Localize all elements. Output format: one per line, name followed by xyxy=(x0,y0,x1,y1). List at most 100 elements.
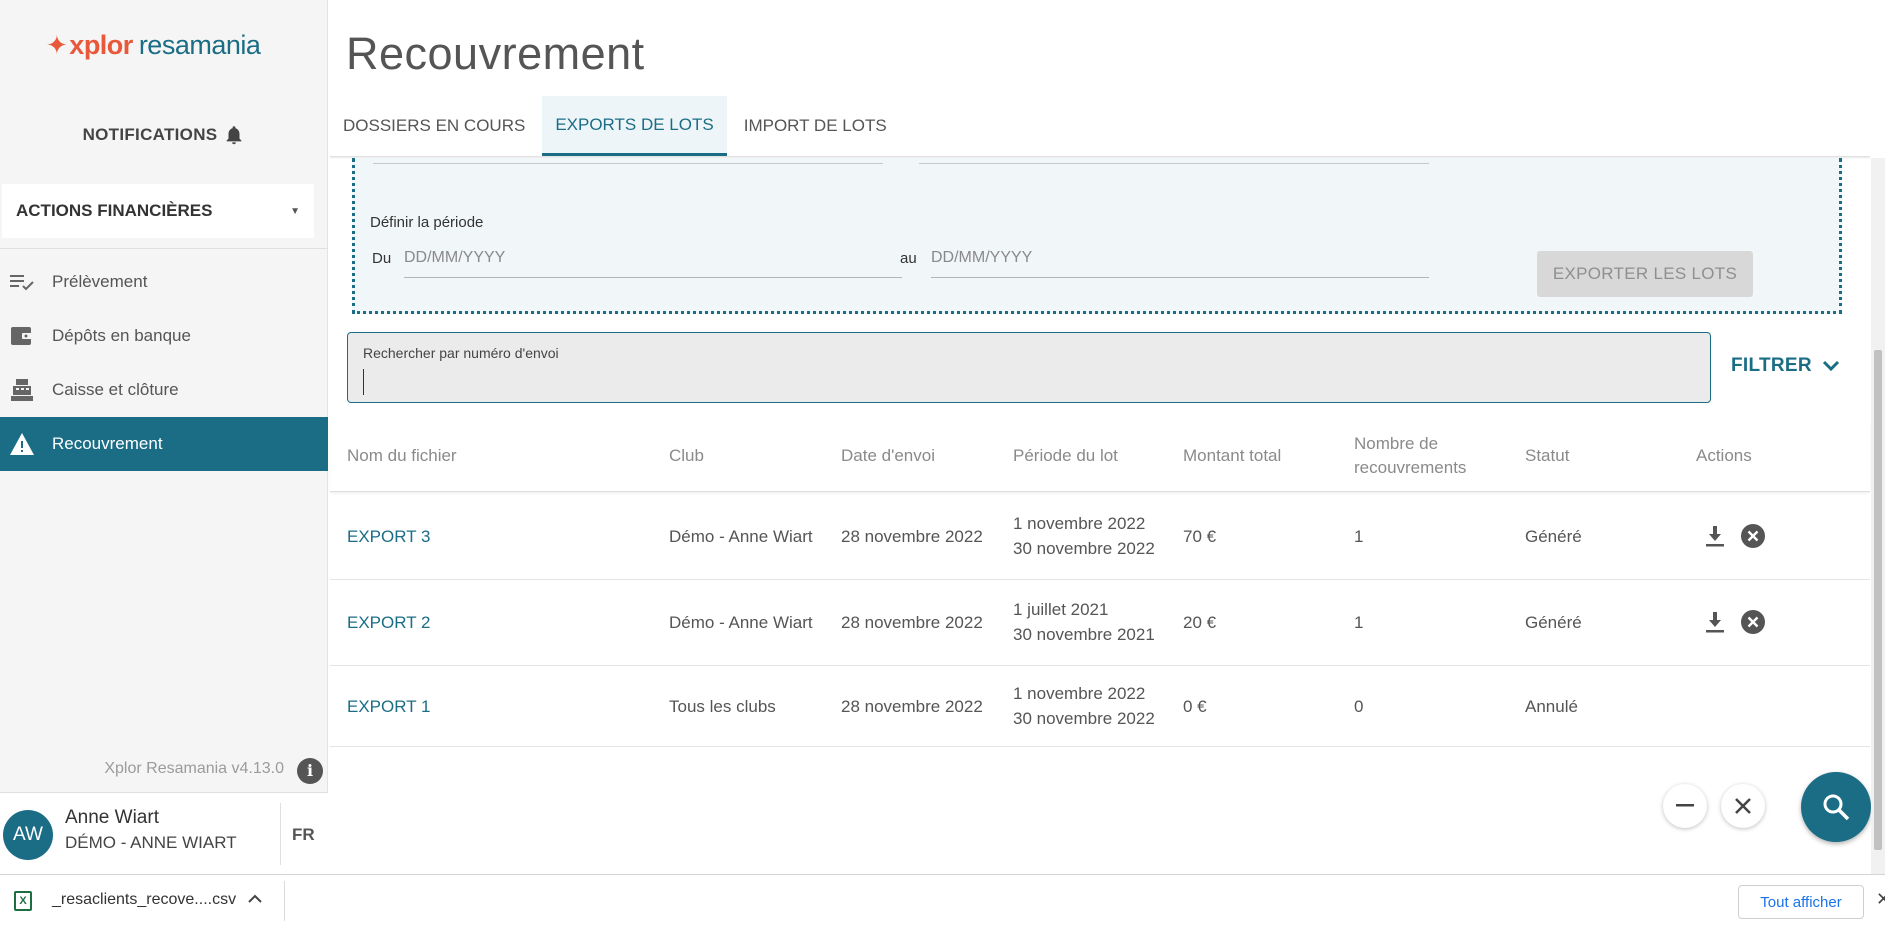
period-label: Définir la période xyxy=(370,214,484,231)
logo[interactable]: ✦ xplor resamania xyxy=(46,30,261,61)
sidebar-item-label: Recouvrement xyxy=(52,434,163,453)
column-header-file[interactable]: Nom du fichier xyxy=(347,444,457,468)
from-date-input[interactable] xyxy=(404,238,902,278)
cancel-icon[interactable] xyxy=(1740,523,1766,549)
checklist-icon xyxy=(9,270,35,294)
minus-icon xyxy=(1676,804,1694,807)
search-input[interactable] xyxy=(363,369,1683,395)
user-panel[interactable]: AW Anne Wiart DÉMO - ANNE WIART FR xyxy=(0,792,328,874)
sidebar-item-recouvrement[interactable]: Recouvrement xyxy=(0,417,328,471)
notifications-button[interactable]: NOTIFICATIONS xyxy=(0,124,328,146)
amount-cell: 0 € xyxy=(1183,697,1207,716)
column-header-period[interactable]: Période du lot xyxy=(1013,444,1118,468)
wallet-icon xyxy=(9,324,35,348)
club-cell: Démo - Anne Wiart xyxy=(669,527,813,546)
period-cell: 1 novembre 2022 30 novembre 2022 xyxy=(1013,681,1155,731)
download-file-name[interactable]: _resaclients_recove....csv xyxy=(52,891,236,909)
status-cell: Généré xyxy=(1525,613,1582,632)
chevron-up-icon[interactable] xyxy=(248,891,262,909)
sidebar-item-caisse[interactable]: Caisse et clôture xyxy=(0,363,328,417)
field-underline xyxy=(919,163,1429,164)
notifications-label: NOTIFICATIONS xyxy=(82,125,218,144)
download-icon[interactable] xyxy=(1702,609,1728,635)
to-label: au xyxy=(900,250,917,267)
download-bar: X _resaclients_recove....csv Tout affich… xyxy=(0,874,1885,925)
count-cell: 1 xyxy=(1354,527,1364,546)
club-cell: Tous les clubs xyxy=(669,697,776,716)
search-field[interactable]: Rechercher par numéro d'envoi xyxy=(347,332,1711,403)
excel-file-icon: X xyxy=(14,891,32,911)
column-header-amount[interactable]: Montant total xyxy=(1183,444,1281,468)
sidebar: ✦ xplor resamania NOTIFICATIONS ACTIONS … xyxy=(0,0,328,874)
count-cell: 1 xyxy=(1354,613,1364,632)
app-version: Xplor Resamania v4.13.0 xyxy=(104,760,284,777)
avatar: AW xyxy=(3,810,53,860)
amount-cell: 70 € xyxy=(1183,527,1217,546)
file-link[interactable]: EXPORT 3 xyxy=(347,524,430,549)
tab-import-de-lots[interactable]: IMPORT DE LOTS xyxy=(731,96,900,156)
sidebar-item-label: Caisse et clôture xyxy=(52,380,179,399)
close-button[interactable] xyxy=(1721,784,1765,828)
cash-register-icon xyxy=(9,378,35,402)
sidebar-item-label: Dépôts en banque xyxy=(52,326,191,345)
caret-down-icon: ▼ xyxy=(290,205,300,217)
column-header-count-line1: Nombre de xyxy=(1354,434,1439,453)
user-divider xyxy=(280,803,281,865)
search-icon xyxy=(1823,794,1850,821)
export-lots-button[interactable]: EXPORTER LES LOTS xyxy=(1537,251,1753,297)
actions-financieres-label: ACTIONS FINANCIÈRES xyxy=(16,201,213,220)
sent-date-cell: 28 novembre 2022 xyxy=(841,613,983,632)
period-end: 30 novembre 2021 xyxy=(1013,625,1155,644)
period-end: 30 novembre 2022 xyxy=(1013,709,1155,728)
logo-resamania: resamania xyxy=(138,30,261,60)
cancel-icon[interactable] xyxy=(1740,609,1766,635)
period-cell: 1 novembre 2022 30 novembre 2022 xyxy=(1013,511,1155,561)
search-label: Rechercher par numéro d'envoi xyxy=(363,345,559,361)
tabs: DOSSIERS EN COURS EXPORTS DE LOTS IMPORT… xyxy=(330,96,904,156)
sidebar-item-depots[interactable]: Dépôts en banque xyxy=(0,309,328,363)
tab-exports-de-lots[interactable]: EXPORTS DE LOTS xyxy=(542,96,727,156)
file-link[interactable]: EXPORT 2 xyxy=(347,610,430,635)
table-row: EXPORT 2 Démo - Anne Wiart 28 novembre 2… xyxy=(330,580,1870,666)
count-cell: 0 xyxy=(1354,697,1364,716)
column-header-club[interactable]: Club xyxy=(669,444,704,468)
minimize-button[interactable] xyxy=(1663,784,1707,828)
tab-dossiers-en-cours[interactable]: DOSSIERS EN COURS xyxy=(330,96,538,156)
download-icon[interactable] xyxy=(1702,523,1728,549)
scrollbar-thumb[interactable] xyxy=(1874,350,1882,850)
field-underline xyxy=(373,163,883,164)
close-icon[interactable]: ✕ xyxy=(1876,889,1885,910)
language-selector[interactable]: FR xyxy=(292,825,315,845)
status-cell: Généré xyxy=(1525,527,1582,546)
club-cell: Démo - Anne Wiart xyxy=(669,613,813,632)
sidebar-item-label: Prélèvement xyxy=(52,272,148,291)
column-header-actions: Actions xyxy=(1696,446,1752,465)
filter-label: FILTRER xyxy=(1731,355,1812,376)
download-divider xyxy=(284,881,285,921)
sent-date-cell: 28 novembre 2022 xyxy=(841,527,983,546)
amount-cell: 20 € xyxy=(1183,613,1217,632)
export-panel: Définir la période Du au EXPORTER LES LO… xyxy=(352,158,1842,314)
column-header-status[interactable]: Statut xyxy=(1525,444,1569,468)
filter-button[interactable]: FILTRER xyxy=(1731,355,1840,377)
sidebar-item-prelevement[interactable]: Prélèvement xyxy=(0,255,328,309)
warning-icon xyxy=(9,432,35,456)
table-header: Nom du fichier Club Date d'envoi Période… xyxy=(330,420,1870,492)
info-icon[interactable]: i xyxy=(297,758,323,784)
chevron-down-icon xyxy=(1822,360,1839,372)
actions-financieres-dropdown[interactable]: ACTIONS FINANCIÈRES ▼ xyxy=(2,184,314,238)
file-link[interactable]: EXPORT 1 xyxy=(347,694,430,719)
column-header-count-line2: recouvrements xyxy=(1354,458,1467,477)
to-date-input[interactable] xyxy=(931,238,1429,278)
scrollbar[interactable] xyxy=(1871,158,1885,874)
period-start: 1 juillet 2021 xyxy=(1013,600,1109,619)
period-cell: 1 juillet 2021 30 novembre 2021 xyxy=(1013,597,1155,647)
column-header-count[interactable]: Nombre de recouvrements xyxy=(1354,432,1466,480)
table-row: EXPORT 1 Tous les clubs 28 novembre 2022… xyxy=(330,666,1870,747)
show-all-button[interactable]: Tout afficher xyxy=(1738,885,1864,919)
period-start: 1 novembre 2022 xyxy=(1013,514,1146,533)
column-header-sent-date[interactable]: Date d'envoi xyxy=(841,444,935,468)
rocket-icon: ✦ xyxy=(46,30,68,60)
search-fab-button[interactable] xyxy=(1801,772,1871,842)
period-start: 1 novembre 2022 xyxy=(1013,684,1146,703)
